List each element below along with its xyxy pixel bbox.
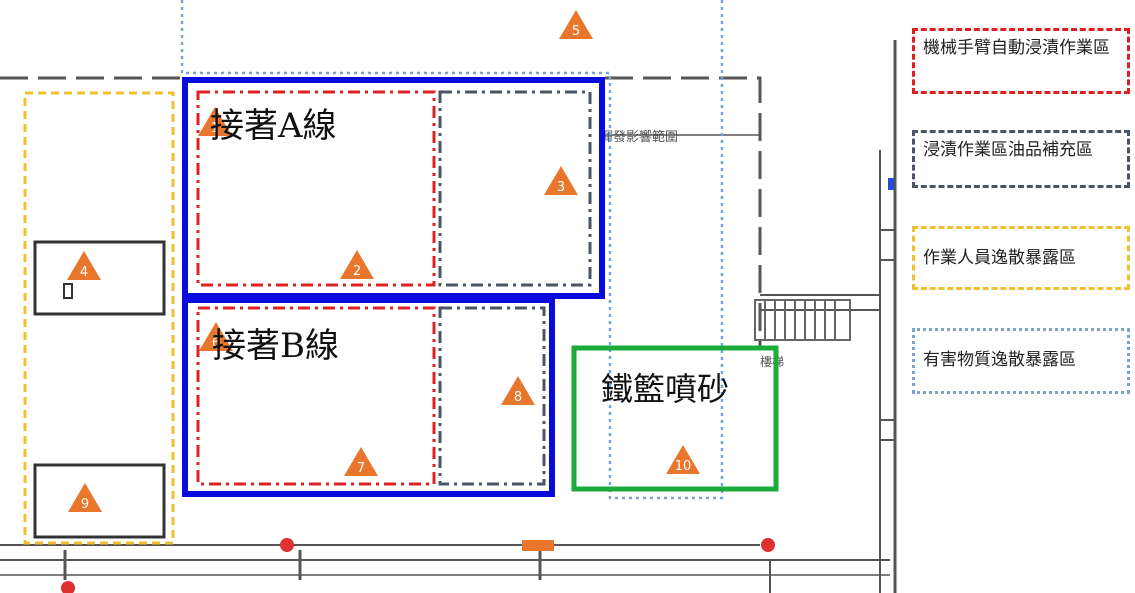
marker-number: 5: [572, 24, 580, 39]
sandblast-label: 鐵籃噴砂: [601, 366, 731, 412]
valve-icon: [280, 538, 294, 552]
valve-icon: [61, 581, 75, 593]
marker-number: 2: [353, 264, 361, 279]
door-icon: [888, 178, 894, 190]
machine-box-small: [63, 283, 73, 299]
marker-group: 12345678910: [67, 10, 700, 512]
legend-oil-refill-text: 浸漬作業區油品補充區: [923, 140, 1093, 160]
stairs: [754, 299, 851, 341]
legend-robot-dip-text: 機械手臂自動浸漬作業區: [923, 38, 1110, 58]
marker-number: 8: [514, 390, 522, 405]
legend-hazard-exposure-text: 有害物質逸散暴露區: [923, 350, 1076, 370]
building-outline: [0, 40, 897, 593]
legend-hazard-exposure: 有害物質逸散暴露區: [912, 328, 1130, 394]
exposure-range-label: 揮發影響範圍: [600, 129, 678, 145]
legend-worker-exposure: 作業人員逸散暴露區: [912, 226, 1130, 290]
stairs-label: 樓梯: [760, 354, 784, 369]
line-a-label: 接著A線: [210, 106, 337, 146]
valve-icon: [761, 538, 775, 552]
equipment-icon: [522, 540, 554, 551]
marker-number: 4: [80, 265, 88, 280]
marker-number: 10: [675, 459, 692, 474]
legend-robot-dip: 機械手臂自動浸漬作業區: [912, 28, 1130, 94]
hazard-exposure-zone: [180, 0, 724, 500]
legend-worker-exposure-text: 作業人員逸散暴露區: [923, 248, 1076, 268]
worker-exposure-zone: [23, 91, 175, 545]
marker-number: 7: [357, 461, 365, 476]
marker-number: 3: [557, 180, 565, 195]
line-b-label: 接著B線: [212, 326, 339, 366]
machine-box-9: [33, 463, 166, 539]
sandblast-label-text: 鐵籃噴砂: [601, 370, 730, 408]
marker-number: 9: [81, 497, 89, 512]
legend-oil-refill: 浸漬作業區油品補充區: [912, 130, 1130, 188]
